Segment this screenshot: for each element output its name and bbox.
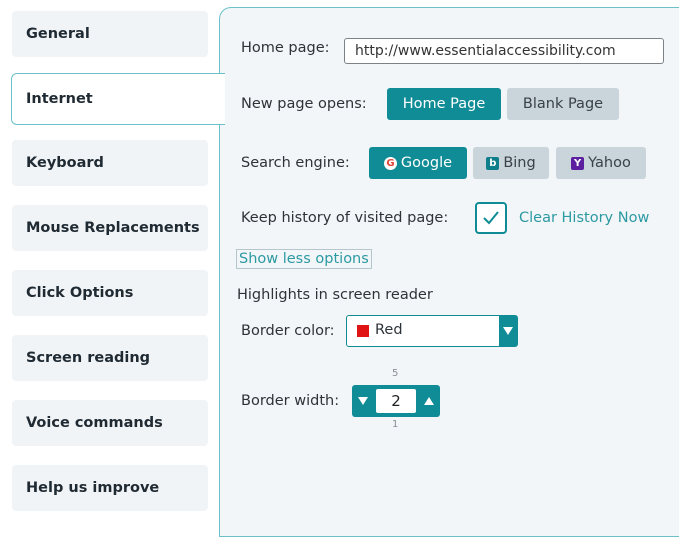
border-width-stepper[interactable]: 2	[352, 385, 440, 417]
decrement-icon[interactable]	[352, 385, 374, 417]
sidebar-item-internet[interactable]: Internet	[11, 73, 225, 125]
sidebar-item-label: Screen reading	[26, 350, 151, 366]
blank-page-option-button[interactable]: Blank Page	[507, 88, 619, 120]
home-page-label: Home page:	[241, 40, 330, 56]
border-width-min: 1	[392, 419, 399, 430]
keep-history-label: Keep history of visited page:	[241, 210, 449, 226]
google-engine-button[interactable]: G Google	[369, 147, 467, 179]
color-swatch	[357, 325, 369, 337]
sidebar-item-label: Voice commands	[26, 415, 163, 431]
sidebar-item-help-us-improve[interactable]: Help us improve	[12, 465, 208, 511]
border-width-label: Border width:	[241, 393, 340, 409]
internet-settings-panel	[219, 7, 679, 537]
sidebar-item-label: General	[26, 26, 90, 42]
border-width-value[interactable]: 2	[376, 389, 416, 413]
sidebar-item-screen-reading[interactable]: Screen reading	[12, 335, 208, 381]
yahoo-engine-label: Yahoo	[588, 155, 631, 171]
sidebar-item-general[interactable]: General	[12, 11, 208, 57]
sidebar-item-voice-commands[interactable]: Voice commands	[12, 400, 208, 446]
sidebar-item-mouse-replacements[interactable]: Mouse Replacements	[12, 205, 208, 251]
bing-icon: b	[486, 156, 500, 170]
clear-history-link[interactable]: Clear History Now	[519, 210, 649, 226]
border-width-max: 5	[392, 368, 399, 379]
home-page-option-label: Home Page	[402, 96, 486, 112]
border-color-value: Red	[375, 322, 403, 338]
sidebar-item-label: Internet	[26, 91, 93, 107]
sidebar-item-keyboard[interactable]: Keyboard	[12, 140, 208, 186]
border-color-label: Border color:	[241, 323, 335, 339]
home-page-option-button[interactable]: Home Page	[387, 88, 501, 120]
new-page-label: New page opens:	[241, 96, 367, 112]
home-page-input[interactable]	[344, 38, 664, 64]
yahoo-icon: Y	[571, 156, 585, 170]
blank-page-option-label: Blank Page	[522, 96, 604, 112]
search-engine-label: Search engine:	[241, 155, 350, 171]
google-engine-label: Google	[400, 155, 453, 171]
bing-engine-button[interactable]: b Bing	[473, 147, 549, 179]
chevron-down-icon[interactable]	[499, 316, 517, 346]
highlights-heading: Highlights in screen reader	[237, 287, 433, 303]
yahoo-engine-button[interactable]: Y Yahoo	[556, 147, 646, 179]
sidebar-item-label: Click Options	[26, 285, 134, 301]
sidebar-item-label: Keyboard	[26, 155, 104, 171]
sidebar-item-label: Mouse Replacements	[26, 220, 200, 236]
border-color-select[interactable]: Red	[346, 315, 518, 347]
sidebar-item-click-options[interactable]: Click Options	[12, 270, 208, 316]
increment-icon[interactable]	[418, 385, 440, 417]
google-icon: G	[383, 156, 397, 170]
settings-sidebar: General Internet Keyboard Mouse Replacem…	[0, 0, 225, 525]
show-less-options-link[interactable]: Show less options	[236, 249, 372, 269]
sidebar-item-label: Help us improve	[26, 480, 160, 496]
keep-history-checkbox[interactable]	[475, 202, 507, 234]
bing-engine-label: Bing	[503, 155, 536, 171]
checkmark-icon	[483, 211, 499, 225]
